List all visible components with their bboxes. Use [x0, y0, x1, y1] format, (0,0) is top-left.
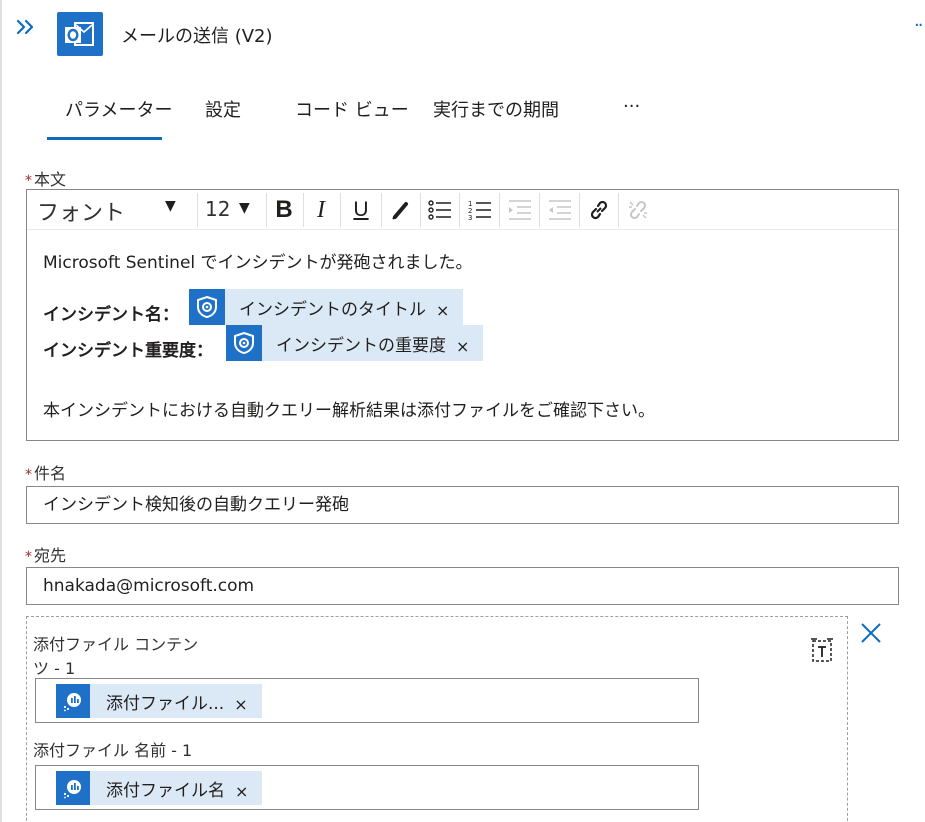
dynamic-content-token[interactable]: 添付ファイル名 ×	[56, 771, 263, 805]
toolbar-divider	[340, 193, 341, 227]
panel-left-border	[0, 0, 2, 822]
remove-attachment-button[interactable]	[858, 620, 884, 646]
incident-name-label: インシデント名：	[43, 305, 179, 325]
log-analytics-icon	[56, 771, 90, 805]
double-chevron-right-icon	[16, 19, 34, 35]
switch-to-text-mode-button[interactable]	[809, 637, 835, 665]
remove-token-button[interactable]: ×	[235, 776, 262, 801]
tab-parameters[interactable]: パラメーター	[47, 90, 172, 140]
dynamic-content-token[interactable]: インシデントの重要度 ×	[226, 325, 484, 361]
chevron-down-icon: ▼	[239, 200, 250, 216]
required-mark: *	[25, 173, 32, 189]
body-rich-text-editor[interactable]: フォント ▼ 12 ▼ B I U 1 2 3 Microsoft Sentin…	[26, 189, 899, 441]
attachment-content-label: 添付ファイル コンテン ツ - 1	[33, 633, 198, 681]
bold-icon: B	[275, 196, 293, 223]
indent-decrease-button[interactable]	[504, 195, 536, 225]
token-label: インシデントの重要度	[276, 335, 446, 356]
toolbar-divider	[303, 193, 304, 227]
underline-icon: U	[353, 198, 369, 221]
toolbar-divider	[459, 193, 460, 227]
toolbar-divider	[579, 193, 580, 227]
remove-token-button[interactable]: ×	[456, 331, 483, 356]
remove-token-button[interactable]: ×	[436, 295, 463, 320]
to-input[interactable]: hnakada@microsoft.com	[26, 567, 899, 605]
indent-increase-button[interactable]	[544, 195, 576, 225]
editor-toolbar: フォント ▼ 12 ▼ B I U 1 2 3	[27, 190, 898, 230]
chevron-down-icon: ▼	[165, 198, 176, 214]
dynamic-content-token[interactable]: インシデントのタイトル ×	[189, 289, 464, 325]
subject-label-text: 件名	[34, 464, 67, 483]
insert-link-button[interactable]	[583, 195, 615, 225]
expand-panel-button[interactable]	[14, 14, 40, 40]
required-mark: *	[25, 467, 32, 483]
attachment-group: 添付ファイル コンテン ツ - 1 添付ファイル... × 添付ファイル 名前 …	[26, 616, 848, 822]
token-label: 添付ファイル名	[106, 780, 225, 801]
svg-text:3: 3	[468, 214, 472, 222]
italic-icon: I	[317, 196, 325, 223]
action-title: メールの送信 (V2)	[121, 26, 273, 47]
attachment-content-label-line1: 添付ファイル コンテン	[33, 635, 199, 654]
bold-button[interactable]: B	[268, 195, 300, 225]
tab-more[interactable]: ···	[623, 90, 640, 140]
log-analytics-icon	[56, 684, 90, 718]
body-label-text: 本文	[34, 170, 67, 189]
text-mode-icon	[811, 638, 833, 662]
toolbar-divider	[197, 193, 198, 227]
remove-link-button[interactable]	[622, 195, 654, 225]
app-tile	[57, 12, 103, 56]
attachment-name-input[interactable]: 添付ファイル名 ×	[35, 765, 699, 810]
required-mark: *	[25, 549, 32, 565]
remove-token-button[interactable]: ×	[234, 689, 261, 714]
subject-input[interactable]: インシデント検知後の自動クエリー発砲	[26, 486, 899, 524]
toolbar-divider	[266, 193, 267, 227]
sentinel-shield-icon	[189, 289, 225, 325]
outlook-icon	[65, 22, 94, 46]
token-label: 添付ファイル...	[106, 693, 225, 714]
token-label: インシデントのタイトル	[239, 299, 426, 320]
subject-field-label: * 件名	[25, 460, 66, 484]
dynamic-content-token[interactable]: 添付ファイル... ×	[56, 684, 262, 718]
toolbar-divider	[499, 193, 500, 227]
bullet-list-button[interactable]	[424, 195, 456, 225]
tab-run-after[interactable]: 実行までの期間	[433, 90, 559, 140]
body-line-closing: 本インシデントにおける自動クエリー解析結果は添付ファイルをご確認下さい。	[43, 401, 655, 421]
attachment-content-input[interactable]: 添付ファイル... ×	[35, 678, 699, 723]
incident-severity-label: インシデント重要度：	[43, 341, 213, 361]
close-icon	[861, 623, 881, 643]
font-family-value: フォント	[37, 201, 126, 226]
body-line-intro: Microsoft Sentinel でインシデントが発砲されました。	[43, 253, 473, 273]
unlink-icon	[629, 200, 647, 220]
font-color-icon	[392, 202, 408, 220]
font-color-button[interactable]	[385, 195, 417, 225]
font-size-select[interactable]: 12 ▼	[205, 197, 265, 225]
attachment-name-label: 添付ファイル 名前 - 1	[33, 741, 193, 760]
sentinel-shield-icon	[226, 325, 262, 361]
more-options-button[interactable]: ..	[914, 10, 924, 31]
to-label-text: 宛先	[34, 546, 67, 565]
numbered-list-icon: 1 2 3	[468, 200, 491, 222]
numbered-list-button[interactable]: 1 2 3	[464, 195, 496, 225]
toolbar-divider	[618, 193, 619, 227]
tab-settings[interactable]: 設定	[205, 90, 241, 140]
toolbar-divider	[381, 193, 382, 227]
tab-code-view[interactable]: コード ビュー	[295, 90, 409, 140]
toolbar-divider	[539, 193, 540, 227]
italic-button[interactable]: I	[305, 195, 337, 225]
bullet-list-icon	[428, 200, 451, 220]
font-family-select[interactable]: フォント ▼	[37, 195, 197, 226]
to-field-label: * 宛先	[25, 542, 66, 566]
body-field-label: * 本文	[25, 166, 66, 190]
indent-increase-icon	[549, 200, 571, 220]
font-size-value: 12	[205, 197, 231, 221]
underline-button[interactable]: U	[345, 195, 377, 225]
toolbar-divider	[420, 193, 421, 227]
link-icon	[590, 200, 608, 220]
indent-decrease-icon	[509, 200, 531, 220]
